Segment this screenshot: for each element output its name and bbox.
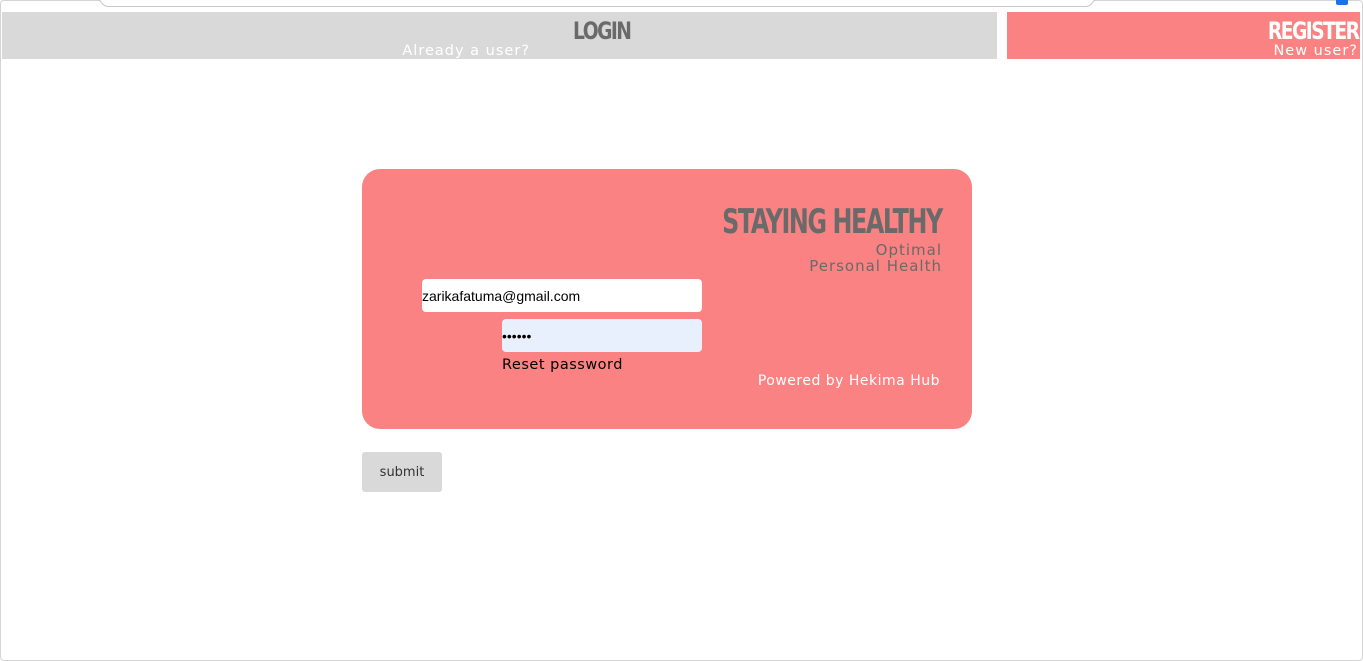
brand-block: STAYING HEALTHY Optimal Personal Health xyxy=(628,202,943,275)
browser-viewport: LOGIN Already a user? REGISTER New user?… xyxy=(0,0,1363,661)
email-field[interactable] xyxy=(422,279,702,312)
address-bar-edge[interactable] xyxy=(99,0,1095,7)
reset-password-link[interactable]: Reset password xyxy=(502,357,623,373)
brand-tagline-2: Personal Health xyxy=(809,257,942,275)
powered-by-label: Powered by Hekima Hub xyxy=(757,373,940,389)
login-card: STAYING HEALTHY Optimal Personal Health … xyxy=(362,169,972,429)
brand-tagline-1: Optimal xyxy=(875,241,942,259)
tab-register-subtitle: New user? xyxy=(1273,43,1358,59)
browser-extension-icon[interactable] xyxy=(1336,0,1348,5)
brand-title: STAYING HEALTHY xyxy=(722,202,943,242)
password-field[interactable] xyxy=(502,319,702,352)
tab-login-title: LOGIN xyxy=(573,17,632,45)
submit-button[interactable]: submit xyxy=(362,452,442,492)
tab-register[interactable]: REGISTER New user? xyxy=(1007,12,1360,59)
tab-login-subtitle: Already a user? xyxy=(402,43,530,59)
tab-register-title: REGISTER xyxy=(1267,17,1360,45)
tab-login[interactable]: LOGIN Already a user? xyxy=(2,12,997,59)
